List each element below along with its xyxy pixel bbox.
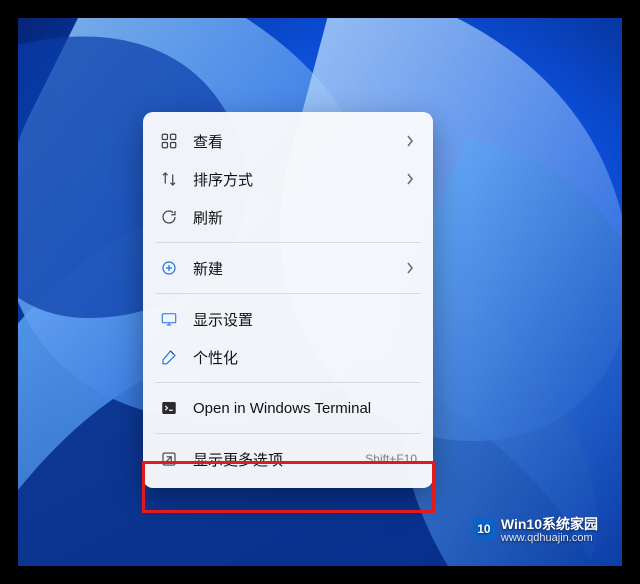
refresh-icon bbox=[159, 207, 179, 227]
menu-item-show-more-options[interactable]: 显示更多选项 Shift+F10 bbox=[149, 440, 427, 478]
menu-section-5: 显示更多选项 Shift+F10 bbox=[149, 436, 427, 482]
menu-label: 新建 bbox=[193, 258, 403, 279]
menu-section-1: 查看 排序方式 bbox=[149, 118, 427, 240]
chevron-right-icon bbox=[403, 173, 417, 185]
expand-icon bbox=[159, 449, 179, 469]
watermark-url: www.qdhuajin.com bbox=[501, 532, 598, 544]
chevron-right-icon bbox=[403, 262, 417, 274]
menu-item-refresh[interactable]: 刷新 bbox=[149, 198, 427, 236]
terminal-icon bbox=[159, 398, 179, 418]
menu-divider bbox=[155, 242, 421, 243]
menu-item-new[interactable]: 新建 bbox=[149, 249, 427, 287]
new-icon bbox=[159, 258, 179, 278]
letterbox: 查看 排序方式 bbox=[0, 0, 640, 584]
menu-label: 显示设置 bbox=[193, 309, 417, 330]
watermark-logo-text: 10 bbox=[477, 522, 490, 536]
menu-divider bbox=[155, 293, 421, 294]
brush-icon bbox=[159, 347, 179, 367]
menu-section-3: 显示设置 个性化 bbox=[149, 296, 427, 380]
sort-icon bbox=[159, 169, 179, 189]
menu-item-personalize[interactable]: 个性化 bbox=[149, 338, 427, 376]
menu-item-display-settings[interactable]: 显示设置 bbox=[149, 300, 427, 338]
display-icon bbox=[159, 309, 179, 329]
chevron-right-icon bbox=[403, 135, 417, 147]
menu-divider bbox=[155, 433, 421, 434]
menu-label: 显示更多选项 bbox=[193, 449, 357, 470]
grid-icon bbox=[159, 131, 179, 151]
menu-item-sort[interactable]: 排序方式 bbox=[149, 160, 427, 198]
watermark: 10 Win10系统家园 www.qdhuajin.com bbox=[473, 514, 598, 544]
menu-label: Open in Windows Terminal bbox=[193, 400, 417, 417]
watermark-logo-icon: 10 bbox=[473, 518, 495, 540]
menu-section-2: 新建 bbox=[149, 245, 427, 291]
menu-section-4: Open in Windows Terminal bbox=[149, 385, 427, 431]
menu-shortcut: Shift+F10 bbox=[365, 452, 417, 466]
menu-item-open-terminal[interactable]: Open in Windows Terminal bbox=[149, 389, 427, 427]
menu-label: 刷新 bbox=[193, 207, 417, 228]
menu-label: 查看 bbox=[193, 131, 403, 152]
menu-item-view[interactable]: 查看 bbox=[149, 122, 427, 160]
menu-label: 排序方式 bbox=[193, 169, 403, 190]
desktop[interactable]: 查看 排序方式 bbox=[18, 18, 622, 566]
desktop-context-menu: 查看 排序方式 bbox=[143, 112, 433, 488]
watermark-title: Win10系统家园 bbox=[501, 514, 598, 534]
menu-label: 个性化 bbox=[193, 347, 417, 368]
menu-divider bbox=[155, 382, 421, 383]
